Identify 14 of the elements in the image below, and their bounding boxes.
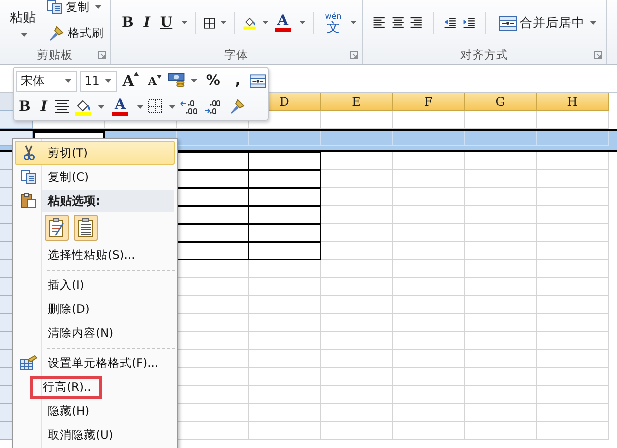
menu-item-label: 清除内容(N) (47, 326, 114, 340)
menu-item-label: 复制(C) (47, 170, 90, 184)
menu-item-label: 选择性粘贴(S)... (47, 248, 136, 262)
menu-heading: 粘贴选项: (42, 190, 174, 212)
menu-item-label: 删除(D) (47, 302, 90, 316)
menu-item-label: 取消隐藏(U) (47, 428, 114, 442)
highlight-box: 行高(R).. (30, 376, 102, 398)
group-label: 字体 (224, 48, 248, 62)
group-label: 对齐方式 (460, 48, 508, 62)
menu-item-label: 剪切(T) (47, 146, 88, 160)
menu-item-label: 插入(I) (47, 278, 84, 292)
menu-item-label: 设置单元格格式(F)... (47, 356, 159, 370)
menu-item-label: 隐藏(H) (47, 404, 90, 418)
group-label: 剪贴板 (37, 48, 73, 62)
